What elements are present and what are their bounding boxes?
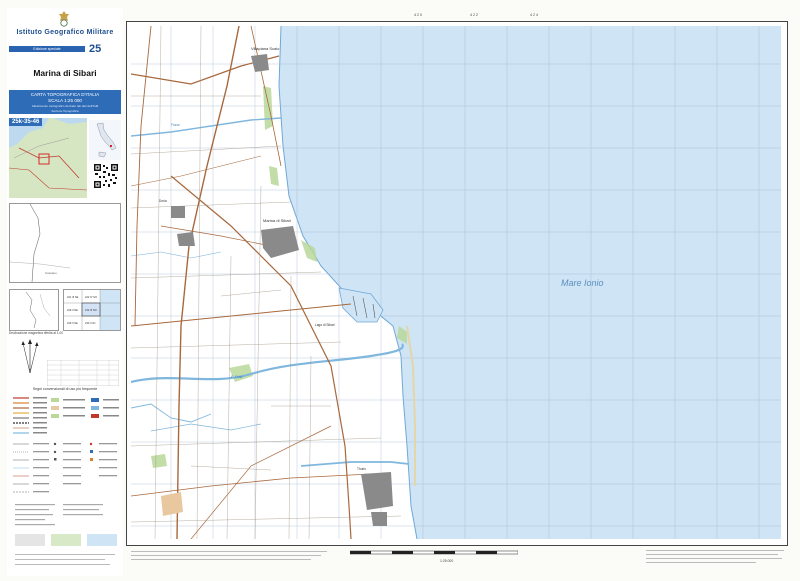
sheet-title: Marina di Sibari bbox=[33, 68, 97, 78]
svg-text:F. Crati: F. Crati bbox=[231, 375, 243, 379]
locator-code: 25k-35-46 bbox=[9, 118, 43, 126]
svg-text:229 II SE: 229 II SE bbox=[67, 321, 78, 325]
italy-inset bbox=[89, 120, 121, 160]
topographic-map[interactable]: Villapiana Scalo Marina di Sibari Doria … bbox=[131, 26, 781, 539]
series-box: CARTA TOPOGRAFICA D'ITALIA SCALA 1:25 00… bbox=[9, 90, 121, 114]
emblem-icon bbox=[59, 11, 69, 27]
institute-name: Istituto Geografico Militare bbox=[16, 29, 114, 36]
sheet-number: 25 bbox=[89, 43, 102, 55]
map-sheet: Istituto Geografico Militare Edizione sp… bbox=[0, 0, 800, 581]
svg-text:Thurio: Thurio bbox=[357, 467, 366, 471]
declination-caption: Declinazione magnetica riferita al 1.00 bbox=[9, 331, 64, 335]
svg-text:Villapiana Scalo: Villapiana Scalo bbox=[251, 46, 280, 51]
tick-label-top: 4 2 0 bbox=[414, 13, 422, 17]
scale-label: 1:25 000 bbox=[440, 559, 454, 563]
adjacent-area-map: Cassano bbox=[9, 203, 121, 283]
tick-label-top: 4 2 4 bbox=[530, 13, 538, 17]
built-up-hatch bbox=[161, 492, 183, 516]
locator-map bbox=[9, 118, 87, 198]
edition-label: Edizione speciale bbox=[33, 47, 61, 51]
svg-text:Doria: Doria bbox=[159, 199, 167, 203]
svg-text:Fosso: Fosso bbox=[171, 123, 180, 127]
svg-text:230 I NO: 230 I NO bbox=[85, 321, 95, 325]
fine-print-left bbox=[131, 551, 327, 560]
svg-text:Lago di Sibari: Lago di Sibari bbox=[315, 323, 335, 327]
sheet-grid-inset: 221 III SE 222 IV SO 229 II NE 222 III N… bbox=[63, 289, 121, 331]
series-note: Allestimento cartografico derivato dai d… bbox=[31, 104, 99, 108]
svg-text:221 III SE: 221 III SE bbox=[67, 295, 79, 299]
qr-code[interactable] bbox=[93, 163, 119, 189]
tick-label-top: 4 2 2 bbox=[470, 13, 478, 17]
regional-inset bbox=[9, 289, 59, 331]
series-section: Sezione Topografica bbox=[51, 109, 79, 113]
series-title: CARTA TOPOGRAFICA D'ITALIA bbox=[30, 92, 100, 97]
svg-text:222 IV SO: 222 IV SO bbox=[85, 295, 97, 299]
info-panel: Istituto Geografico Militare Edizione sp… bbox=[7, 8, 123, 576]
svg-text:Cassano: Cassano bbox=[45, 271, 57, 275]
data-table bbox=[47, 360, 119, 386]
legend bbox=[13, 397, 119, 565]
svg-text:229 II NE: 229 II NE bbox=[67, 308, 78, 312]
svg-text:Marina di Sibari: Marina di Sibari bbox=[263, 218, 291, 223]
scale-bar bbox=[350, 550, 518, 555]
series-scale: SCALA 1:25 000 bbox=[48, 98, 82, 103]
svg-text:222 III NO: 222 III NO bbox=[85, 308, 97, 312]
legend-title: Segni convenzionali di uso più frequente bbox=[32, 387, 98, 391]
sea-label: Mare Ionio bbox=[561, 278, 604, 288]
north-arrow-icon bbox=[21, 339, 39, 374]
fine-print-right bbox=[646, 550, 784, 563]
